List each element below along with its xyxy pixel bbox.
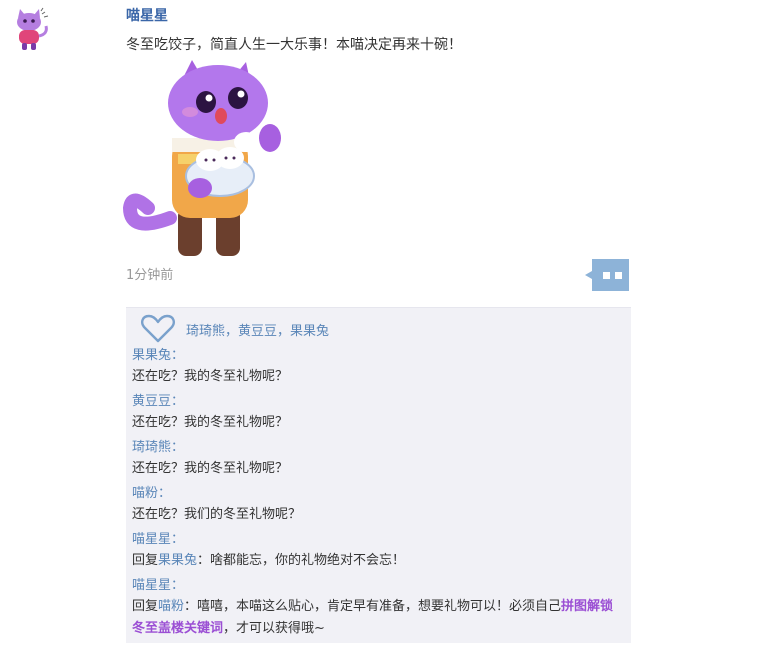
comments-panel: 琦琦熊，黄豆豆，果果兔 果果兔： 还在吃？我的冬至礼物呢？ 黄豆豆： 还在吃？我… (126, 308, 631, 643)
reply-author[interactable]: 喵星星： (132, 530, 624, 550)
user-avatar[interactable] (6, 6, 52, 52)
reply-text: 还在吃？我的冬至礼物呢？ (132, 461, 289, 476)
reply-list: 果果兔： 还在吃？我的冬至礼物呢？ 黄豆豆： 还在吃？我的冬至礼物呢？ 琦琦熊：… (132, 346, 624, 644)
reply-text: 回复喵粉：嘻嘻，本喵这么贴心，肯定早有准备，想要礼物可以！必须自己拼图解锁冬至盖… (132, 596, 624, 640)
post-timestamp: 1分钟前 (126, 268, 174, 283)
reply-mention[interactable]: 果果兔 (158, 553, 197, 568)
reply-text: 还在吃？我们的冬至礼物呢？ (132, 507, 302, 522)
comment-button[interactable] (584, 257, 631, 293)
reply-text: 还在吃？我的冬至礼物呢？ (132, 415, 289, 430)
reply-body-end: ，才可以获得哦~ (223, 621, 325, 636)
mascot-image (122, 60, 281, 256)
reply-item: 喵星星： 回复果果兔：啥都能忘，你的礼物绝对不会忘！ (132, 530, 624, 572)
post-text: 冬至吃饺子，简直人生一大乐事！本喵决定再来十碗！ (126, 37, 462, 53)
reply-author[interactable]: 黄豆豆： (132, 392, 624, 412)
reply-mention[interactable]: 喵粉 (158, 599, 184, 614)
liked-by-list[interactable]: 琦琦熊，黄豆豆，果果兔 (186, 320, 329, 339)
reply-author[interactable]: 琦琦熊： (132, 438, 624, 458)
reply-text: 回复果果兔：啥都能忘，你的礼物绝对不会忘！ (132, 550, 624, 572)
reply-author[interactable]: 喵粉： (132, 484, 624, 504)
reply-prefix: 回复 (132, 553, 159, 568)
reply-author[interactable]: 果果兔： (132, 346, 624, 366)
post-author-name[interactable]: 喵星星 (126, 5, 168, 25)
comment-bubble-icon (585, 259, 629, 291)
reply-body: ：啥都能忘，你的礼物绝对不会忘！ (197, 553, 406, 568)
avatar-cat-icon (17, 7, 49, 50)
reply-item: 果果兔： 还在吃？我的冬至礼物呢？ (132, 346, 624, 388)
reply-item: 黄豆豆： 还在吃？我的冬至礼物呢？ (132, 392, 624, 434)
heart-outline-icon[interactable] (140, 314, 176, 344)
reply-item: 喵星星： 回复喵粉：嘻嘻，本喵这么贴心，肯定早有准备，想要礼物可以！必须自己拼图… (132, 576, 624, 640)
like-row: 琦琦熊，黄豆豆，果果兔 (140, 314, 329, 344)
reply-text: 还在吃？我的冬至礼物呢？ (132, 369, 289, 384)
reply-author[interactable]: 喵星星： (132, 576, 624, 596)
reply-prefix: 回复 (132, 599, 159, 614)
reply-item: 琦琦熊： 还在吃？我的冬至礼物呢？ (132, 438, 624, 480)
reply-body: ：嘻嘻，本喵这么贴心，肯定早有准备，想要礼物可以！必须自己 (184, 599, 562, 614)
reply-item: 喵粉： 还在吃？我们的冬至礼物呢？ (132, 484, 624, 526)
